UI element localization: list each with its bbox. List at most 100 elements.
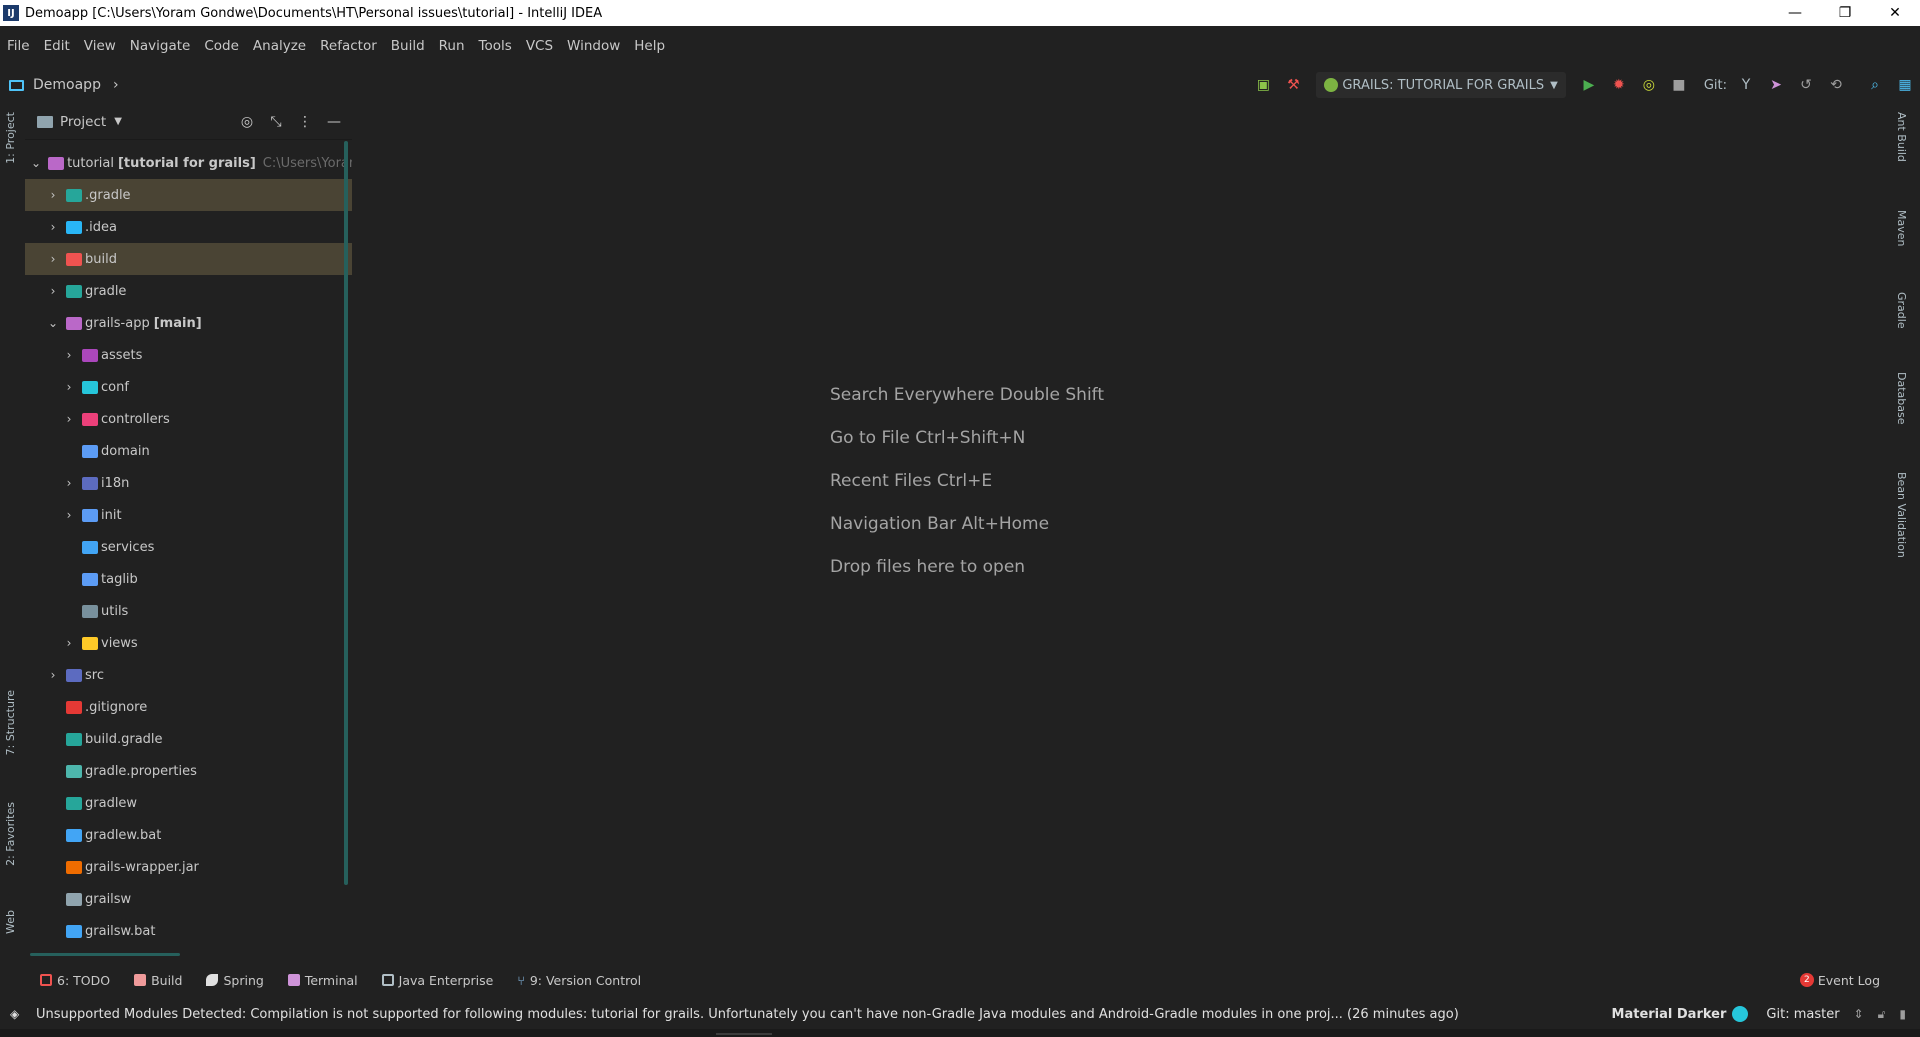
layout-icon[interactable]: ▦ (1895, 75, 1915, 95)
tree-node-conf[interactable]: › conf (25, 371, 352, 403)
tree-node-build[interactable]: › build (25, 243, 352, 275)
rollback-icon[interactable]: ⟲ (1826, 75, 1846, 95)
git-update-icon[interactable]: Y (1736, 75, 1756, 95)
debug-icon[interactable]: ✹ (1609, 75, 1629, 95)
horizontal-scrollbar[interactable] (30, 953, 180, 956)
tab-version-control[interactable]: ⑂ 9: Version Control (517, 973, 641, 988)
tree-node-tutorial[interactable]: ⌄ tutorial [tutorial for grails] C:\Users\Y… (25, 147, 352, 179)
project-view-select[interactable]: Project ▼ (37, 114, 122, 130)
theme-name[interactable]: Material Darker (1612, 1007, 1727, 1022)
menu-code[interactable]: Code (204, 38, 239, 54)
history-icon[interactable]: ↺ (1796, 75, 1816, 95)
tree-node-init[interactable]: › init (25, 499, 352, 531)
coverage-icon[interactable]: ◎ (1639, 75, 1659, 95)
tab-ant-build[interactable]: Ant Build (1895, 112, 1908, 162)
event-log-button[interactable]: 2 Event Log (1799, 973, 1880, 988)
tab-database[interactable]: Database (1895, 372, 1908, 425)
menu-build[interactable]: Build (391, 38, 425, 54)
terminal-icon[interactable]: ▣ (1253, 75, 1273, 95)
menu-run[interactable]: Run (439, 38, 465, 54)
run-configuration-select[interactable]: GRAILS: TUTORIAL FOR GRAILS ▼ (1316, 72, 1566, 98)
tree-node-views[interactable]: › views (25, 627, 352, 659)
menu-file[interactable]: File (7, 38, 30, 54)
menu-navigate[interactable]: Navigate (130, 38, 191, 54)
run-icon[interactable]: ▶ (1579, 75, 1599, 95)
tab-gradle[interactable]: Gradle (1895, 292, 1908, 329)
tree-node-idea[interactable]: › .idea (25, 211, 352, 243)
tab-terminal[interactable]: Terminal (287, 973, 358, 988)
chevron-right-icon[interactable]: › (47, 284, 59, 298)
tab-maven[interactable]: Maven (1895, 210, 1908, 246)
tree-node-build-gradle[interactable]: build.gradle (25, 723, 352, 755)
more-options-icon[interactable]: ⋮ (295, 112, 315, 132)
tab-java-enterprise[interactable]: Java Enterprise (381, 973, 493, 988)
menu-edit[interactable]: Edit (44, 38, 70, 54)
menu-analyze[interactable]: Analyze (253, 38, 306, 54)
locate-icon[interactable]: ◎ (237, 112, 257, 132)
menu-tools[interactable]: Tools (479, 38, 512, 54)
tree-node-utils[interactable]: utils (25, 595, 352, 627)
breadcrumb-project[interactable]: Demoapp (33, 77, 101, 93)
tab-project[interactable]: 1: Project (4, 112, 17, 164)
tab-structure[interactable]: 7: Structure (4, 690, 17, 755)
tree-node-grails-wrapper-jar[interactable]: grails-wrapper.jar (25, 851, 352, 883)
hide-icon[interactable]: — (324, 112, 344, 132)
tree-node-gradle-properties[interactable]: gradle.properties (25, 755, 352, 787)
tree-node-grails-app[interactable]: ⌄ grails-app [main] (25, 307, 352, 339)
chevron-right-icon[interactable]: › (63, 380, 75, 394)
status-message[interactable]: ◈ Unsupported Modules Detected: Compilat… (10, 1007, 1459, 1022)
tab-todo[interactable]: 6: TODO (40, 973, 110, 988)
tree-node-services[interactable]: services (25, 531, 352, 563)
lock-icon[interactable]: 🔓︎ (1878, 1007, 1886, 1022)
editor-area[interactable]: Search Everywhere Double Shift Go to Fil… (352, 104, 1885, 956)
menu-help[interactable]: Help (634, 38, 665, 54)
tree-node-grailsw[interactable]: grailsw (25, 883, 352, 915)
stop-icon[interactable]: ■ (1669, 75, 1689, 95)
chevron-down-icon[interactable]: ⌄ (31, 156, 41, 170)
chevron-right-icon[interactable]: › (63, 508, 75, 522)
tree-node-controllers[interactable]: › controllers (25, 403, 352, 435)
tree-node-gradle[interactable]: › gradle (25, 275, 352, 307)
restore-button[interactable]: ❐ (1820, 0, 1870, 26)
tab-favorites[interactable]: 2: Favorites (4, 802, 17, 866)
close-button[interactable]: ✕ (1870, 0, 1920, 26)
build-hammer-icon[interactable]: ⚒ (1283, 75, 1303, 95)
menu-view[interactable]: View (84, 38, 116, 54)
vertical-scrollbar[interactable] (344, 141, 348, 885)
memory-indicator-icon[interactable]: ▮ (1899, 1007, 1906, 1021)
tree-node-assets[interactable]: › assets (25, 339, 352, 371)
tree-node-taglib[interactable]: taglib (25, 563, 352, 595)
tree-node-i18n[interactable]: › i18n (25, 467, 352, 499)
tab-spring[interactable]: Spring (206, 973, 264, 988)
tab-build[interactable]: Build (134, 973, 182, 988)
chevron-right-icon[interactable]: › (47, 220, 59, 234)
collapse-all-icon[interactable]: ⤡ (266, 112, 286, 132)
tab-bean-validation[interactable]: Bean Validation (1895, 472, 1908, 558)
tree-node-src[interactable]: › src (25, 659, 352, 691)
chevron-right-icon[interactable]: › (47, 668, 59, 682)
git-push-icon[interactable]: ➤ (1766, 75, 1786, 95)
tree-node-gradle[interactable]: › .gradle (25, 179, 352, 211)
tree-node-grailsw-bat[interactable]: grailsw.bat (25, 915, 352, 947)
chevron-right-icon[interactable]: › (63, 476, 75, 490)
chevron-down-icon[interactable]: ⌄ (47, 316, 59, 330)
menu-vcs[interactable]: VCS (526, 38, 553, 54)
menu-refactor[interactable]: Refactor (320, 38, 377, 54)
resize-handle[interactable] (716, 1033, 772, 1035)
tree-node-domain[interactable]: domain (25, 435, 352, 467)
breadcrumb[interactable]: Demoapp › (9, 77, 119, 93)
chevron-right-icon[interactable]: › (63, 348, 75, 362)
chevron-right-icon[interactable]: › (47, 252, 59, 266)
git-branch-widget[interactable]: Git: master (1766, 1007, 1839, 1022)
tree-node-gradlew[interactable]: gradlew (25, 787, 352, 819)
theme-color-icon[interactable] (1732, 1006, 1749, 1022)
tree-node-gitignore[interactable]: .gitignore (25, 691, 352, 723)
chevron-right-icon[interactable]: › (63, 636, 75, 650)
chevron-right-icon[interactable]: › (47, 188, 59, 202)
tab-web[interactable]: Web (4, 910, 17, 934)
search-icon[interactable]: ⌕ (1865, 75, 1885, 95)
minimize-button[interactable]: — (1770, 0, 1820, 26)
menu-window[interactable]: Window (567, 38, 620, 54)
chevron-right-icon[interactable]: › (63, 412, 75, 426)
tree-node-gradlew-bat[interactable]: gradlew.bat (25, 819, 352, 851)
